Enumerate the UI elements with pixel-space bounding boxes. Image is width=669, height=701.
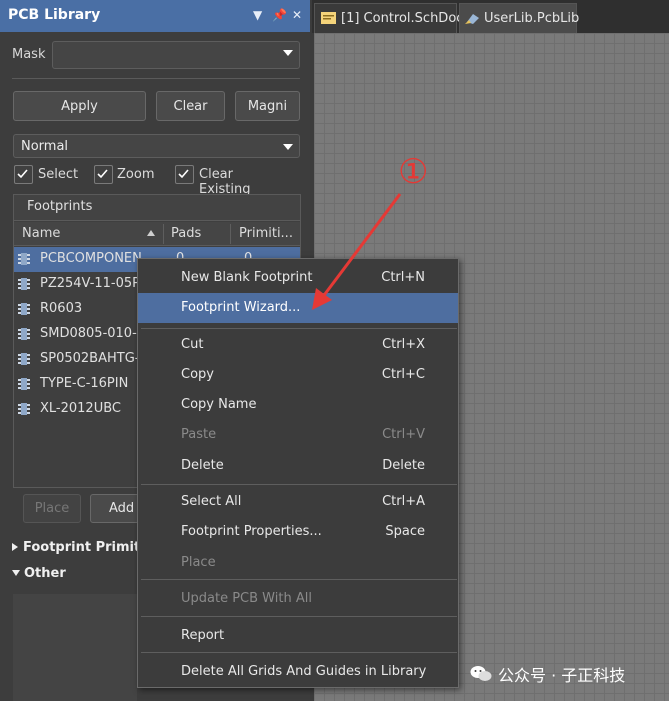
menu-item-label: Cut	[181, 337, 204, 352]
menu-item-paste: Paste Ctrl+V	[138, 420, 458, 450]
menu-item-shortcut: Ctrl+X	[382, 337, 425, 352]
menu-separator	[141, 652, 457, 653]
column-header-row: Name Pads Primiti...	[14, 222, 300, 246]
menu-item-shortcut: Ctrl+V	[382, 427, 425, 442]
footprint-name: SMD0805-010-	[40, 326, 137, 341]
menu-item-label: Update PCB With All	[181, 591, 312, 606]
zoom-checkbox[interactable]	[94, 165, 113, 184]
annotation-arrow-icon	[312, 193, 402, 310]
menu-item-place: Place	[138, 548, 458, 578]
menu-item-shortcut: Ctrl+C	[381, 367, 425, 382]
collapse-arrow-icon	[12, 570, 20, 576]
clear-button[interactable]: Clear	[156, 91, 225, 121]
menu-item-update-pcb-with-all: Update PCB With All	[138, 584, 458, 614]
menu-separator	[141, 579, 457, 580]
menu-item-cut[interactable]: Cut Ctrl+X	[138, 330, 458, 360]
schematic-doc-icon	[321, 12, 336, 24]
menu-item-label: Place	[181, 555, 216, 570]
mask-label: Mask	[12, 47, 46, 62]
clear-existing-checkbox-label: Clear Existing	[199, 167, 251, 197]
context-menu: New Blank Footprint Ctrl+N Footprint Wiz…	[137, 258, 459, 688]
menu-separator	[141, 328, 457, 329]
menu-item-shortcut: Delete	[382, 458, 425, 473]
dropdown-icon[interactable]: ▼	[253, 8, 262, 22]
menu-item-label: Paste	[181, 427, 217, 442]
other-section-area	[13, 594, 137, 701]
tab-control-schdoc[interactable]: [1] Control.SchDoc	[314, 3, 463, 33]
menu-item-label: Copy	[181, 367, 214, 382]
footprint-icon	[18, 403, 30, 415]
zoom-checkbox-label: Zoom	[117, 167, 155, 182]
mode-select[interactable]: Normal	[13, 134, 300, 158]
menu-item-label: Report	[181, 628, 225, 643]
section-label: Other	[24, 566, 66, 581]
expand-arrow-icon	[12, 543, 18, 551]
menu-item-copy-name[interactable]: Copy Name	[138, 390, 458, 420]
menu-item-select-all[interactable]: Select All Ctrl+A	[138, 487, 458, 517]
footprint-icon	[18, 303, 30, 315]
footprint-name: SP0502BAHTG-	[40, 351, 140, 366]
footprint-icon	[18, 378, 30, 390]
menu-item-copy[interactable]: Copy Ctrl+C	[138, 360, 458, 390]
menu-item-label: Delete All Grids And Guides in Library	[181, 664, 427, 679]
menu-item-delete-all-grids[interactable]: Delete All Grids And Guides in Library	[138, 657, 458, 687]
clear-existing-checkbox[interactable]	[175, 165, 194, 184]
menu-separator	[141, 484, 457, 485]
pin-icon[interactable]: 📌	[272, 8, 287, 22]
select-checkbox[interactable]	[14, 165, 33, 184]
menu-item-label: New Blank Footprint	[181, 270, 313, 285]
column-divider	[163, 224, 164, 244]
tab-label: [1] Control.SchDoc	[341, 11, 464, 26]
section-label: Footprint Primitiv	[23, 540, 154, 555]
column-divider	[230, 224, 231, 244]
menu-item-report[interactable]: Report	[138, 621, 458, 651]
footprint-icon	[18, 253, 30, 265]
footprint-name: TYPE-C-16PIN	[40, 376, 129, 391]
footprint-name: PCBCOMPONEN	[40, 251, 142, 266]
chevron-down-icon	[283, 50, 293, 56]
mode-value: Normal	[21, 139, 69, 154]
footprints-header: Footprints	[13, 194, 301, 221]
tab-userlib-pcblib[interactable]: UserLib.PcbLib	[459, 3, 580, 33]
apply-button[interactable]: Apply	[13, 91, 146, 121]
chevron-down-icon	[283, 144, 293, 150]
footprint-name: XL-2012UBC	[40, 401, 121, 416]
column-pads[interactable]: Pads	[171, 226, 201, 241]
footprint-name: PZ254V-11-05P	[40, 276, 140, 291]
menu-item-label: Select All	[181, 494, 242, 509]
menu-separator	[141, 616, 457, 617]
menu-item-label: Delete	[181, 458, 224, 473]
divider	[12, 78, 300, 79]
menu-item-label: Footprint Properties...	[181, 524, 322, 539]
pcblib-doc-icon	[465, 14, 479, 24]
magnify-button[interactable]: Magni	[235, 91, 300, 121]
tab-label: UserLib.PcbLib	[484, 11, 580, 26]
footprint-icon	[18, 328, 30, 340]
menu-item-label: Copy Name	[181, 397, 257, 412]
watermark: 公众号 · 子正科技	[498, 666, 626, 685]
place-button[interactable]: Place	[23, 494, 81, 523]
footprint-icon	[18, 278, 30, 290]
menu-item-shortcut: Ctrl+A	[382, 494, 425, 509]
footprint-icon	[18, 353, 30, 365]
menu-item-delete[interactable]: Delete Delete	[138, 451, 458, 481]
column-name[interactable]: Name	[22, 226, 60, 241]
select-checkbox-label: Select	[38, 167, 79, 182]
sort-ascending-icon	[147, 230, 155, 236]
menu-item-label: Footprint Wizard...	[181, 300, 301, 315]
panel-title: PCB Library	[8, 7, 101, 23]
wechat-logo-icon	[470, 666, 492, 681]
footprint-name: R0603	[40, 301, 83, 316]
menu-item-shortcut: Space	[385, 524, 425, 539]
menu-item-footprint-properties[interactable]: Footprint Properties... Space	[138, 517, 458, 547]
column-primitives[interactable]: Primiti...	[239, 226, 293, 241]
mask-input[interactable]	[52, 41, 300, 69]
close-icon[interactable]: ✕	[292, 8, 302, 22]
footprints-header-label: Footprints	[27, 199, 93, 214]
